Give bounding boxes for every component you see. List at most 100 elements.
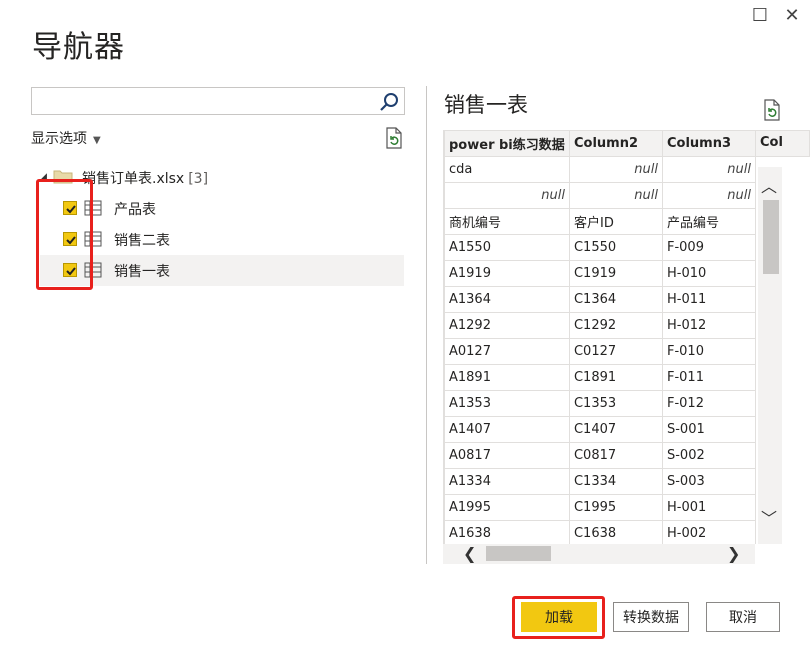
refresh-preview-icon[interactable] [762, 99, 782, 121]
table-cell: S-003 [661, 468, 756, 495]
table-cell: C1919 [568, 260, 663, 287]
transform-data-button[interactable]: 转换数据 [613, 602, 689, 632]
table-cell: H-010 [661, 260, 756, 287]
column-header[interactable]: Col [755, 130, 810, 157]
table-cell: F-012 [661, 390, 756, 417]
table-row: A1995 C1995 H-001 [444, 494, 756, 521]
table-cell: H-002 [661, 520, 756, 544]
caret-down-icon: ▼ [93, 135, 101, 146]
display-options-label: 显示选项 [31, 131, 87, 147]
table-cell: A1334 [444, 468, 570, 495]
tree-item-sales-1[interactable]: 销售一表 [40, 255, 404, 286]
search-input[interactable] [36, 91, 370, 113]
table-cell: null [568, 156, 663, 183]
table-row: A1353 C1353 F-012 [444, 390, 756, 417]
table-row: A1407 C1407 S-001 [444, 416, 756, 443]
table-cell: H-001 [661, 494, 756, 521]
refresh-icon[interactable] [384, 127, 404, 149]
table-row: A1638 C1638 H-002 [444, 520, 756, 544]
scroll-left-icon[interactable]: ❮ [463, 544, 476, 563]
table-cell: 商机编号 [444, 208, 570, 235]
table-cell: C1334 [568, 468, 663, 495]
search-icon[interactable] [378, 91, 400, 113]
scroll-thumb[interactable] [486, 546, 551, 561]
tree-item-product[interactable]: 产品表 [40, 193, 404, 224]
table-cell: A1407 [444, 416, 570, 443]
table-row: null null null [444, 182, 756, 209]
scroll-thumb[interactable] [763, 200, 779, 274]
dialog-title: 导航器 [32, 30, 125, 65]
table-row: A0127 C0127 F-010 [444, 338, 756, 365]
horizontal-scrollbar[interactable]: ❮ ❯ [443, 544, 755, 564]
table-cell: C1638 [568, 520, 663, 544]
table-cell: C1353 [568, 390, 663, 417]
table-cell: A1919 [444, 260, 570, 287]
table-cell: null [661, 182, 756, 209]
preview-grid[interactable]: power bi练习数据 Column2 Column3 cda null null… [443, 130, 756, 544]
table-cell: A1292 [444, 312, 570, 339]
table-cell: A0817 [444, 442, 570, 469]
table-cell: C1292 [568, 312, 663, 339]
table-row: cda null null [444, 156, 756, 183]
maximize-icon[interactable]: ☐ [750, 6, 770, 26]
table-cell: 客户ID [568, 208, 663, 235]
table-row: A1364 C1364 H-011 [444, 286, 756, 313]
table-row: A1334 C1334 S-003 [444, 468, 756, 495]
close-icon[interactable]: ✕ [782, 6, 802, 26]
scroll-right-icon[interactable]: ❯ [727, 544, 740, 563]
table-cell: A1353 [444, 390, 570, 417]
table-cell: A0127 [444, 338, 570, 365]
table-cell: null [568, 182, 663, 209]
table-cell: F-010 [661, 338, 756, 365]
tree-item-sales-2[interactable]: 销售二表 [40, 224, 404, 255]
cancel-button[interactable]: 取消 [706, 602, 780, 632]
table-cell: C1891 [568, 364, 663, 391]
table-row: 商机编号 客户ID 产品编号 [444, 208, 756, 235]
table-cell: A1891 [444, 364, 570, 391]
table-cell: S-002 [661, 442, 756, 469]
table-row: A1919 C1919 H-010 [444, 260, 756, 287]
table-cell: C1550 [568, 234, 663, 261]
table-cell: C0127 [568, 338, 663, 365]
table-cell: A1638 [444, 520, 570, 544]
scroll-up-icon[interactable]: ︿ [761, 173, 777, 197]
table-cell: F-009 [661, 234, 756, 261]
table-cell: F-011 [661, 364, 756, 391]
highlight-box-checkboxes [36, 179, 93, 290]
table-cell: A1550 [444, 234, 570, 261]
table-cell: C1364 [568, 286, 663, 313]
file-node[interactable]: 销售订单表.xlsx [3] [82, 168, 208, 188]
table-cell: C1995 [568, 494, 663, 521]
tree-item-label: 销售二表 [114, 233, 170, 249]
table-cell: H-012 [661, 312, 756, 339]
table-cell: A1995 [444, 494, 570, 521]
highlight-box-load [512, 596, 605, 639]
preview-title: 销售一表 [444, 93, 528, 117]
column-header[interactable]: Column3 [661, 130, 756, 157]
table-cell: A1364 [444, 286, 570, 313]
table-cell: S-001 [661, 416, 756, 443]
column-header[interactable]: power bi练习数据 [444, 130, 570, 157]
table-cell: null [444, 182, 570, 209]
table-cell: cda [444, 156, 570, 183]
display-options-dropdown[interactable]: 显示选项 ▼ [31, 128, 101, 148]
table-cell: C1407 [568, 416, 663, 443]
tree-item-label: 销售一表 [114, 264, 170, 280]
vertical-scrollbar[interactable]: ︿ ﹀ [758, 167, 782, 544]
table-row: A1891 C1891 F-011 [444, 364, 756, 391]
tree-item-label: 产品表 [114, 202, 156, 218]
table-cell: H-011 [661, 286, 756, 313]
table-cell: null [661, 156, 756, 183]
scroll-down-icon[interactable]: ﹀ [761, 505, 777, 529]
column-header[interactable]: Column2 [568, 130, 663, 157]
header-row: power bi练习数据 Column2 Column3 [444, 130, 756, 157]
table-row: A1292 C1292 H-012 [444, 312, 756, 339]
file-name: 销售订单表.xlsx [82, 171, 185, 187]
table-cell: 产品编号 [661, 208, 756, 235]
table-cell: C0817 [568, 442, 663, 469]
panel-divider [426, 86, 427, 564]
table-row: A0817 C0817 S-002 [444, 442, 756, 469]
search-box [31, 87, 405, 115]
file-count: [3] [188, 171, 209, 187]
table-row: A1550 C1550 F-009 [444, 234, 756, 261]
